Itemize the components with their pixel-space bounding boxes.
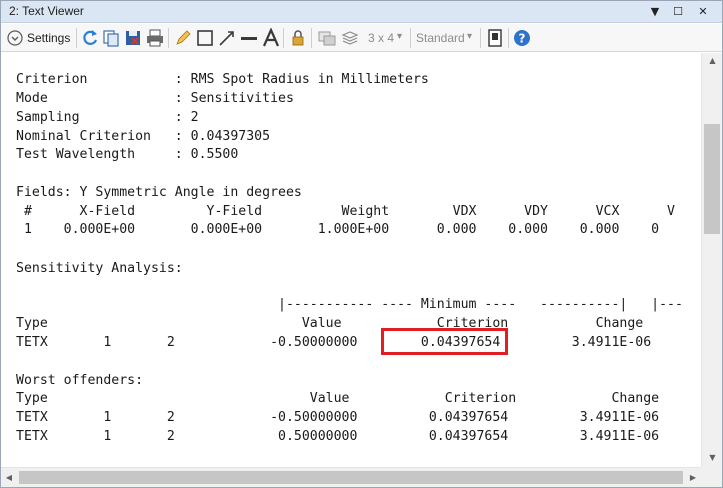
sensitivity-data-row: TETX 1 2 -0.50000000 0.04397654 3.4911E-… [16,335,701,350]
layout-value: 3 x 4 [368,31,395,45]
toolbar: Settings 3 x 4 ▾ Standard ▾ ? [1,24,722,52]
layers-icon[interactable] [340,28,360,48]
toolbar-divider [168,28,169,48]
toolbar-divider [283,28,284,48]
criterion-highlight-box [381,328,508,355]
style-value: Standard [416,31,465,45]
scrollbar-corner [701,467,722,487]
scroll-down-icon[interactable]: ▼ [702,450,723,466]
horizontal-scroll-thumb[interactable] [19,471,683,484]
dropdown-icon[interactable]: ▼ [646,3,664,21]
style-dropdown[interactable]: Standard ▾ [415,28,477,48]
close-icon[interactable]: ✕ [694,3,712,21]
lock-icon[interactable] [288,28,308,48]
test-wavelength-line: Test Wavelength : 0.5500 [16,147,239,162]
criterion-line: Criterion : RMS Spot Radius in Millimete… [16,72,429,87]
toolbar-divider [311,28,312,48]
report-text-area[interactable]: Criterion : RMS Spot Radius in Millimete… [1,53,701,467]
line-icon[interactable] [239,28,259,48]
worst-offenders-header-row: Type Value Criterion Change [16,391,660,406]
toolbar-divider [480,28,481,48]
rectangle-icon[interactable] [195,28,215,48]
chevron-down-icon: ▾ [397,31,403,42]
worst-offender-row: TETX 1 2 -0.50000000 0.04397654 3.4911E-… [16,410,660,425]
worst-offender-row: TETX 1 2 0.50000000 0.04397654 3.4911E-0… [16,429,660,444]
print-icon[interactable] [145,28,165,48]
refresh-icon[interactable] [80,28,100,48]
sensitivity-bracket-row: |----------- ---- Minimum ---- ---------… [16,297,683,312]
scroll-left-icon[interactable]: ◀ [1,468,17,488]
nominal-criterion-line: Nominal Criterion : 0.04397305 [16,129,271,144]
pencil-icon[interactable] [173,28,193,48]
copy-icon[interactable] [101,28,121,48]
toolbar-divider [76,28,77,48]
sensitivity-heading: Sensitivity Analysis: [16,261,183,276]
worst-offenders-heading: Worst offenders: [16,373,144,388]
help-icon[interactable]: ? [512,28,532,48]
fields-header-row: # X-Field Y-Field Weight VDX VDY VCX V [16,204,675,219]
arrow-line-icon[interactable] [217,28,237,48]
layout-dropdown[interactable]: 3 x 4 ▾ [366,28,406,48]
toolbar-divider [410,28,411,48]
svg-text:?: ? [519,32,526,46]
chevron-down-icon: ▾ [467,31,473,42]
sensitivity-header-row: Type Value Criterion Change [16,316,644,331]
window-title: 2: Text Viewer [9,4,84,18]
toolbar-divider [508,28,509,48]
restore-icon[interactable]: ☐ [669,3,687,21]
fields-data-row: 1 0.000E+00 0.000E+00 1.000E+00 0.000 0.… [16,222,660,237]
windows-icon[interactable] [317,28,337,48]
sampling-line: Sampling : 2 [16,110,199,125]
text-viewer-window: 2: Text Viewer ▼ ☐ ✕ Settings 3 x 4 ▾ St… [0,0,723,488]
chevron-down-circle-icon [7,30,23,46]
horizontal-scrollbar[interactable]: ◀ ▶ [1,467,701,487]
title-bar[interactable]: 2: Text Viewer ▼ ☐ ✕ [1,1,722,23]
scroll-up-icon[interactable]: ▲ [702,53,723,69]
mode-line: Mode : Sensitivities [16,91,294,106]
vertical-scrollbar[interactable]: ▲ ▼ [701,53,722,467]
window-panel-icon[interactable] [485,28,505,48]
settings-label: Settings [27,31,71,45]
fields-heading: Fields: Y Symmetric Angle in degrees [16,185,302,200]
vertical-scroll-thumb[interactable] [704,124,720,234]
save-icon[interactable] [123,28,143,48]
scroll-right-icon[interactable]: ▶ [685,468,701,488]
settings-button[interactable]: Settings [7,28,73,48]
text-tool-icon[interactable] [261,28,281,48]
